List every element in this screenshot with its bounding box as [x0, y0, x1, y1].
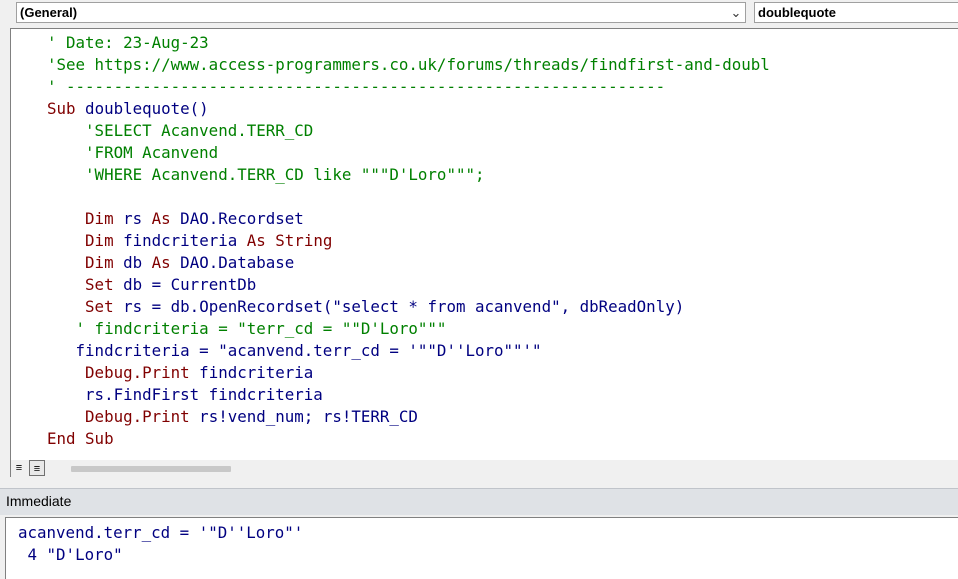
code-text-span: DAO.Recordset [170, 209, 304, 228]
object-dropdown[interactable]: (General) ⌄ [16, 2, 746, 23]
code-line: Dim rs As DAO.Recordset [47, 208, 770, 230]
procedure-dropdown-value: doublequote [758, 5, 836, 20]
code-text-span: findcriteria [113, 231, 247, 250]
immediate-line: 4 "D'Loro" [18, 545, 123, 564]
keyword: Debug.Print [85, 363, 190, 382]
immediate-output[interactable]: acanvend.terr_cd = '"D''Loro"' 4 "D'Loro… [18, 522, 303, 566]
code-window-toolbar: (General) ⌄ doublequote [0, 0, 958, 26]
keyword: As [151, 253, 171, 272]
code-line: End Sub [47, 429, 114, 448]
code-line: 'FROM Acanvend [47, 143, 219, 162]
code-line: 'SELECT Acanvend.TERR_CD [47, 121, 314, 140]
code-text-span: db = CurrentDb [113, 275, 257, 294]
immediate-window-title: Immediate [6, 493, 72, 509]
code-line: 'See https://www.access-programmers.co.u… [47, 55, 770, 74]
code-text-span: findcriteria [189, 363, 314, 382]
code-text-span: doublequote() [75, 99, 209, 118]
code-text-span: rs!vend_num; rs!TERR_CD [189, 407, 418, 426]
code-text-span: rs [113, 209, 152, 228]
keyword: Set [85, 297, 114, 316]
code-editor[interactable]: ' Date: 23-Aug-23 'See https://www.access… [10, 28, 958, 460]
keyword: Set [85, 275, 114, 294]
code-line: rs.FindFirst findcriteria [47, 385, 323, 404]
horizontal-scrollbar[interactable] [71, 466, 231, 472]
object-dropdown-value: (General) [20, 5, 78, 20]
code-line: Dim db As DAO.Database [47, 252, 770, 274]
chevron-down-icon[interactable]: ⌄ [727, 3, 745, 22]
code-line: Set db = CurrentDb [47, 274, 770, 296]
procedure-dropdown[interactable]: doublequote [754, 2, 958, 23]
code-line: ' --------------------------------------… [47, 77, 666, 96]
code-line: Debug.Print rs!vend_num; rs!TERR_CD [47, 406, 770, 428]
keyword: Sub [47, 99, 76, 118]
code-text-span: rs = db.OpenRecordset("select * from aca… [113, 297, 685, 316]
full-module-view-icon[interactable]: ≡ [29, 460, 45, 476]
editor-status-strip: ≡ ≡ [10, 460, 958, 477]
immediate-window[interactable]: acanvend.terr_cd = '"D''Loro"' 4 "D'Loro… [5, 517, 958, 579]
keyword: Debug.Print [85, 407, 190, 426]
code-line: ' Date: 23-Aug-23 [47, 33, 209, 52]
code-line: Set rs = db.OpenRecordset("select * from… [47, 296, 770, 318]
code-text-span: db [113, 253, 152, 272]
code-line: 'WHERE Acanvend.TERR_CD like """D'Loro""… [47, 165, 485, 184]
code-text-span: DAO.Database [170, 253, 295, 272]
code-line: Sub doublequote() [47, 98, 770, 120]
code-text[interactable]: ' Date: 23-Aug-23 'See https://www.access… [47, 32, 770, 450]
keyword: Dim [85, 231, 114, 250]
keyword: As String [246, 231, 333, 250]
code-line: Dim findcriteria As String [47, 230, 770, 252]
immediate-window-header: Immediate [0, 488, 958, 515]
procedure-view-icon[interactable]: ≡ [11, 460, 27, 476]
immediate-line: acanvend.terr_cd = '"D''Loro"' [18, 523, 304, 542]
code-line: Debug.Print findcriteria [47, 362, 770, 384]
keyword: Dim [85, 209, 114, 228]
keyword: Dim [85, 253, 114, 272]
code-line: findcriteria = "acanvend.terr_cd = '""D'… [47, 341, 542, 360]
keyword: As [151, 209, 171, 228]
code-line: ' findcriteria = "terr_cd = ""D'Loro""" [47, 319, 447, 338]
